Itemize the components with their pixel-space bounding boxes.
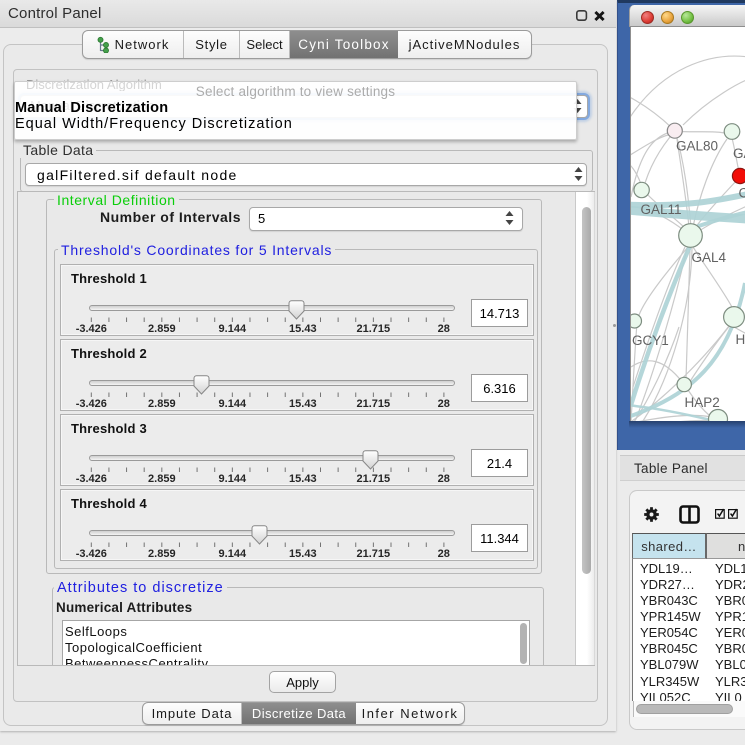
- svg-text:GAL4: GAL4: [692, 250, 727, 265]
- svg-text:HIS: HIS: [736, 332, 745, 347]
- svg-text:GAL11: GAL11: [641, 202, 682, 217]
- svg-text:GCY1: GCY1: [632, 333, 669, 348]
- svg-text:HAP2: HAP2: [685, 395, 720, 410]
- svg-text:GAL80: GAL80: [676, 139, 718, 154]
- svg-text:CD: CD: [739, 186, 745, 201]
- svg-text:GAL1: GAL1: [733, 146, 745, 161]
